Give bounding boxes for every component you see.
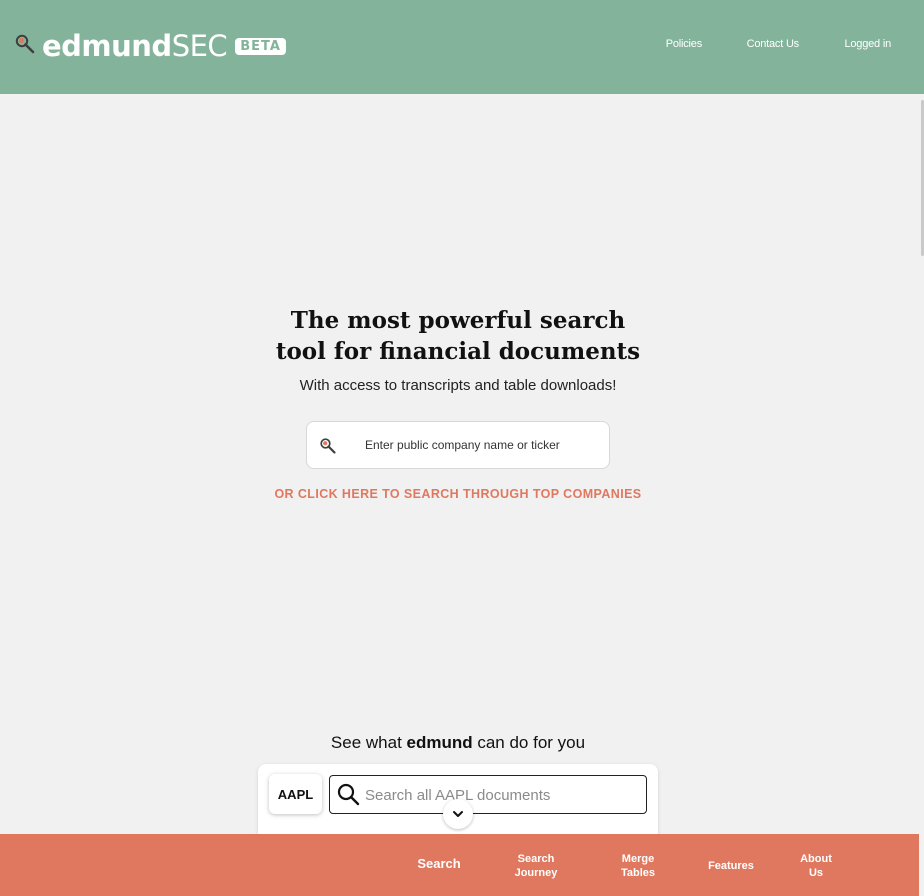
demo-heading-brand: edmund	[406, 733, 473, 752]
logo-text-bold: edmund	[42, 29, 172, 63]
top-header: edmund SEC BETA Policies Contact Us Logg…	[0, 0, 924, 94]
document-search-input[interactable]	[365, 784, 635, 806]
beta-badge: BETA	[235, 37, 286, 55]
hero-subtitle: With access to transcripts and table dow…	[299, 377, 617, 394]
expand-demo-button[interactable]	[443, 799, 473, 829]
nav-policies[interactable]: Policies	[666, 38, 703, 50]
bottom-nav-about-us-line-2: Us	[808, 867, 824, 879]
nav-logged-in[interactable]: Logged in	[844, 38, 891, 50]
hero-title-line-1: The most powerful search	[290, 307, 626, 334]
bottom-nav-merge-tables-line-2: Tables	[620, 867, 656, 879]
magnifier-icon	[337, 783, 360, 806]
search-wand-icon	[15, 34, 35, 54]
hero-title-line-2: tool for financial documents	[275, 338, 641, 365]
nav-contact-us[interactable]: Contact Us	[747, 38, 800, 50]
bottom-nav-merge-tables-line-1: Merge	[621, 853, 655, 865]
bottom-nav-about-us-line-1: About	[800, 853, 832, 865]
demo-heading-post: can do for you	[472, 733, 586, 752]
demo-heading-pre: See what	[330, 733, 407, 752]
bottom-nav-search-journey-line-2: Journey	[514, 867, 558, 879]
bottom-nav-about-us[interactable]: About Us	[791, 852, 841, 880]
bottom-nav-bar: Search Search Journey Merge Tables Featu…	[0, 834, 919, 896]
top-companies-link[interactable]: OR CLICK HERE TO SEARCH THROUGH TOP COMP…	[0, 487, 916, 501]
company-search-input[interactable]	[365, 434, 595, 456]
demo-heading: See what edmund can do for you	[0, 733, 916, 753]
document-search-box[interactable]	[329, 775, 647, 814]
search-wand-icon	[320, 438, 336, 454]
bottom-nav-merge-tables[interactable]: Merge Tables	[613, 852, 663, 880]
company-search-box[interactable]	[306, 421, 610, 469]
bottom-nav-features[interactable]: Features	[703, 859, 759, 873]
bottom-nav-search[interactable]: Search	[412, 857, 466, 871]
logo-home-link[interactable]: edmund SEC BETA	[14, 26, 286, 66]
bottom-nav-search-journey-line-1: Search	[517, 853, 555, 865]
ticker-badge[interactable]: AAPL	[269, 774, 322, 814]
hero-title: The most powerful search tool for financ…	[0, 305, 916, 367]
bottom-nav-search-journey[interactable]: Search Journey	[506, 852, 566, 880]
page-scrollbar[interactable]	[920, 94, 924, 834]
logo-text-light: SEC	[171, 29, 228, 63]
chevron-down-icon	[453, 811, 463, 817]
